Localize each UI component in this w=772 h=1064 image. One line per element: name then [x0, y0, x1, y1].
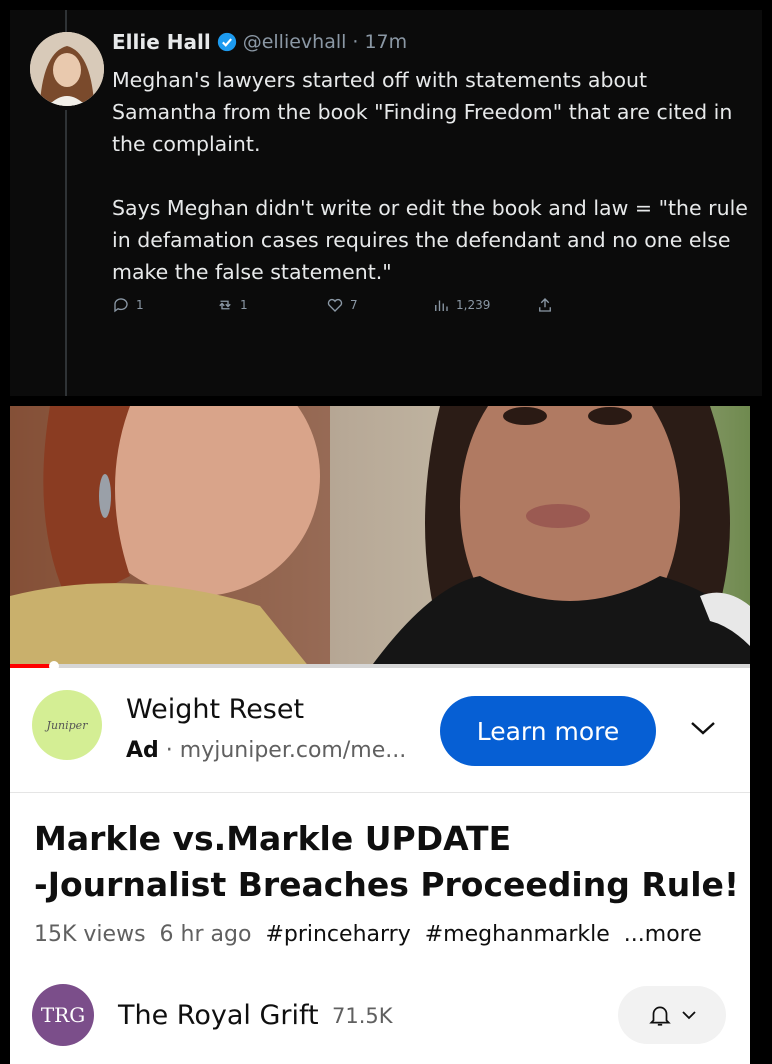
like-count: 7: [350, 298, 358, 312]
divider: [10, 792, 750, 793]
verified-badge-icon: [217, 32, 236, 52]
ad-url[interactable]: myjuniper.com/me...: [180, 738, 406, 763]
author-name[interactable]: Ellie Hall: [112, 30, 211, 54]
tweet-actions: 1 1 7 1,239: [112, 296, 562, 320]
tweet-paragraph: Meghan's lawyers started off with statem…: [112, 68, 733, 156]
retweet-button[interactable]: 1: [216, 296, 248, 314]
tweet-card[interactable]: Ellie Hall @ellievhall · 17m Meghan's la…: [10, 10, 762, 396]
video-frame: [10, 406, 750, 668]
learn-more-button[interactable]: Learn more: [440, 696, 656, 766]
share-button[interactable]: [536, 296, 554, 314]
more-link[interactable]: ...more: [624, 922, 702, 947]
video-metadata[interactable]: 15K views 6 hr ago #princeharry #meghanm…: [34, 922, 702, 947]
chevron-down-icon[interactable]: [688, 718, 718, 738]
subscriber-count: 71.5K: [332, 1004, 393, 1028]
ad-label: Ad: [126, 738, 159, 763]
retweet-count: 1: [240, 298, 248, 312]
tweet-header: Ellie Hall @ellievhall · 17m: [112, 30, 407, 54]
reply-icon: [114, 298, 128, 313]
chevron-down-icon: [682, 1011, 696, 1020]
video-title-line: -Journalist Breaches Proceeding Rule!...: [34, 862, 740, 908]
notifications-button[interactable]: [618, 986, 726, 1044]
thread-line: [65, 110, 67, 396]
video-title-line: Markle vs.Markle UPDATE: [34, 819, 512, 858]
author-handle[interactable]: @ellievhall: [243, 31, 347, 53]
views-count: 1,239: [456, 298, 491, 312]
ad-subtitle: Ad · myjuniper.com/me...: [126, 738, 406, 763]
author-avatar[interactable]: [30, 32, 104, 106]
advertiser-logo[interactable]: Juniper: [32, 690, 102, 760]
view-count: 15K views: [34, 922, 146, 947]
tweet-time[interactable]: 17m: [364, 31, 407, 53]
video-title[interactable]: Markle vs.Markle UPDATE -Journalist Brea…: [34, 816, 740, 908]
dot-separator: ·: [165, 738, 180, 763]
upload-age: 6 hr ago: [159, 922, 252, 947]
ad-title[interactable]: Weight Reset: [126, 694, 304, 725]
tweet-text: Meghan's lawyers started off with statem…: [112, 64, 752, 320]
heart-icon: [327, 298, 343, 312]
share-icon: [539, 298, 551, 312]
dot-separator: ·: [352, 31, 359, 53]
hashtag-link[interactable]: #princeharry: [265, 922, 410, 947]
analytics-icon: [435, 300, 448, 311]
video-player[interactable]: [10, 406, 750, 668]
like-button[interactable]: 7: [326, 296, 358, 314]
channel-name[interactable]: The Royal Grift: [118, 1000, 319, 1031]
tweet-paragraph: Says Meghan didn't write or edit the boo…: [112, 196, 748, 284]
reply-count: 1: [136, 298, 144, 312]
bell-icon: [649, 1006, 671, 1026]
channel-avatar[interactable]: TRG: [32, 984, 94, 1046]
retweet-icon: [219, 300, 231, 310]
thread-line: [65, 10, 67, 32]
hashtag-link[interactable]: #meghanmarkle: [425, 922, 610, 947]
title-ellipsis: ...: [739, 865, 740, 904]
reply-button[interactable]: 1: [112, 296, 144, 314]
video-info-panel: Juniper Weight Reset Ad · myjuniper.com/…: [10, 668, 750, 1064]
views-button[interactable]: 1,239: [432, 296, 490, 314]
